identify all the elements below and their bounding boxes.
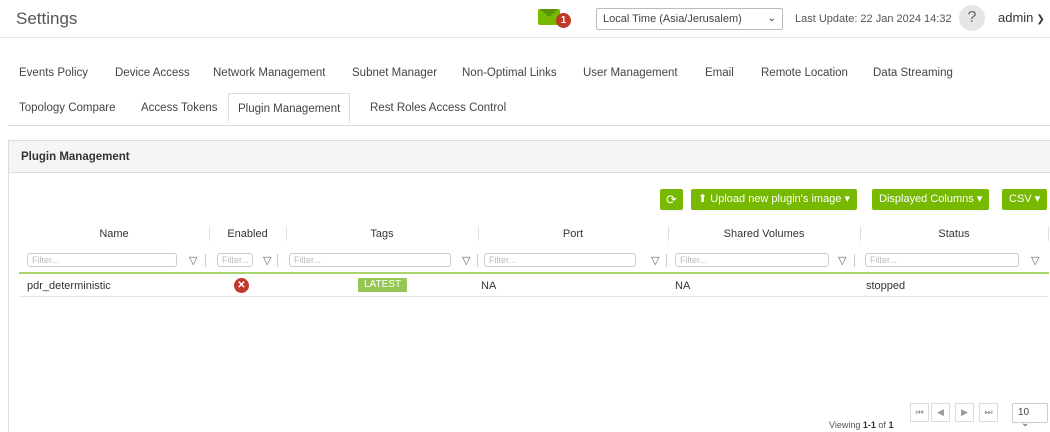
column-separator bbox=[1048, 227, 1049, 241]
caret-down-icon: ▾ bbox=[1034, 193, 1041, 205]
refresh-button[interactable]: ⟳ bbox=[660, 189, 683, 210]
viewing-of: of bbox=[878, 420, 886, 430]
filter-separator bbox=[205, 254, 206, 267]
tab-non-optimal-links[interactable]: Non-Optimal Links bbox=[453, 60, 566, 86]
port-filter-input[interactable]: Filter... bbox=[484, 253, 636, 267]
page-title: Settings bbox=[16, 9, 78, 28]
next-page-button[interactable]: ▶ bbox=[955, 403, 974, 422]
last-page-button[interactable]: ⏭ bbox=[979, 403, 998, 422]
column-enabled[interactable]: Enabled bbox=[209, 228, 286, 240]
prev-page-button[interactable]: ◀ bbox=[931, 403, 950, 422]
filter-separator bbox=[666, 254, 667, 267]
viewing-prefix: Viewing bbox=[829, 420, 861, 430]
refresh-icon: ⟳ bbox=[666, 192, 677, 207]
displayed-columns-button[interactable]: Displayed Columns ▾ bbox=[872, 189, 990, 210]
page-size-value: 10 bbox=[1018, 407, 1030, 418]
tab-events-policy[interactable]: Events Policy bbox=[10, 60, 97, 86]
first-page-button[interactable]: ⏮ bbox=[910, 403, 929, 422]
user-name: admin bbox=[998, 10, 1034, 25]
help-button[interactable]: ? bbox=[959, 5, 985, 31]
notifications-button[interactable]: 1 bbox=[538, 7, 572, 29]
plugin-name: pdr_deterministic bbox=[27, 280, 111, 292]
panel-title: Plugin Management bbox=[21, 151, 130, 163]
tag-badge: LATEST bbox=[358, 278, 408, 292]
column-port[interactable]: Port bbox=[478, 228, 668, 240]
filter-separator bbox=[277, 254, 278, 267]
tab-data-streaming[interactable]: Data Streaming bbox=[864, 60, 962, 86]
tab-divider bbox=[8, 125, 1050, 126]
enabled-filter-input[interactable]: Filter... bbox=[217, 253, 253, 267]
upload-icon: ⬆ bbox=[698, 193, 708, 205]
tab-user-management[interactable]: User Management bbox=[574, 60, 687, 86]
chevron-down-icon: ❯ bbox=[1036, 14, 1045, 25]
tab-subnet-manager[interactable]: Subnet Manager bbox=[343, 60, 446, 86]
viewing-total: 1 bbox=[888, 420, 894, 430]
port-value: NA bbox=[481, 280, 497, 292]
tab-rest-roles-access-control[interactable]: Rest Roles Access Control bbox=[361, 95, 515, 121]
column-tags[interactable]: Tags bbox=[286, 228, 478, 240]
chevron-down-icon: ⌄ bbox=[767, 13, 776, 24]
viewing-range: 1-1 bbox=[862, 420, 876, 430]
header-underline bbox=[19, 272, 1049, 274]
column-status[interactable]: Status bbox=[860, 228, 1048, 240]
filter-icon[interactable]: ▽ bbox=[263, 254, 271, 267]
caret-down-icon: ▾ bbox=[844, 193, 850, 205]
last-update: Last Update: 22 Jan 2024 14:32 bbox=[795, 13, 952, 25]
filter-icon[interactable]: ▽ bbox=[462, 254, 470, 267]
status-filter-input[interactable]: Filter... bbox=[865, 253, 1019, 267]
column-name[interactable]: Name bbox=[19, 228, 209, 240]
top-bar: Settings 1 Local Time (Asia/Jerusalem) ⌄… bbox=[0, 0, 1050, 38]
csv-label: CSV bbox=[1009, 193, 1032, 205]
filter-icon[interactable]: ▽ bbox=[1031, 254, 1039, 267]
shared-volumes-value: NA bbox=[675, 280, 691, 292]
timezone-select[interactable]: Local Time (Asia/Jerusalem) ⌄ bbox=[596, 8, 783, 30]
page-size-select[interactable]: 10 ⌄ bbox=[1012, 403, 1048, 429]
upload-plugin-button[interactable]: ⬆ Upload new plugin's image ▾ bbox=[691, 189, 857, 210]
tab-remote-location[interactable]: Remote Location bbox=[752, 60, 857, 86]
status-value: stopped bbox=[866, 280, 906, 292]
table-row[interactable]: pdr_deterministic ✕ LATEST NA NA stopped bbox=[19, 275, 1049, 297]
tab-device-access[interactable]: Device Access bbox=[106, 60, 199, 86]
user-menu[interactable]: admin ❯ bbox=[998, 10, 1045, 25]
pagination-summary: Viewing 1-1 of 1 bbox=[829, 420, 893, 430]
tab-access-tokens[interactable]: Access Tokens bbox=[132, 95, 227, 121]
name-filter-input[interactable]: Filter... bbox=[27, 253, 177, 267]
plugin-management-panel: Plugin Management ⟳ ⬆ Upload new plugin'… bbox=[8, 140, 1050, 432]
table-header: Name Enabled Tags Port Shared Volumes St… bbox=[19, 225, 1049, 245]
timezone-value: Local Time (Asia/Jerusalem) bbox=[603, 13, 742, 25]
tab-topology-compare[interactable]: Topology Compare bbox=[10, 95, 125, 121]
filter-icon[interactable]: ▽ bbox=[189, 254, 197, 267]
filter-icon[interactable]: ▽ bbox=[838, 254, 846, 267]
upload-label: Upload new plugin's image bbox=[710, 193, 842, 205]
filter-separator bbox=[477, 254, 478, 267]
filter-row: Filter... ▽ Filter... ▽ Filter... ▽ Filt… bbox=[19, 251, 1049, 271]
shared-volumes-filter-input[interactable]: Filter... bbox=[675, 253, 829, 267]
tab-plugin-management[interactable]: Plugin Management bbox=[228, 93, 351, 123]
filter-icon[interactable]: ▽ bbox=[651, 254, 659, 267]
column-shared-volumes[interactable]: Shared Volumes bbox=[668, 228, 860, 240]
filter-separator bbox=[854, 254, 855, 267]
notification-badge: 1 bbox=[556, 13, 571, 28]
question-icon: ? bbox=[967, 9, 977, 26]
disabled-x-icon: ✕ bbox=[234, 278, 249, 293]
displayed-columns-label: Displayed Columns bbox=[879, 193, 974, 205]
csv-button[interactable]: CSV ▾ bbox=[1002, 189, 1048, 210]
tab-email[interactable]: Email bbox=[696, 60, 743, 86]
chevron-down-icon: ⌄ bbox=[1021, 418, 1030, 429]
tags-filter-input[interactable]: Filter... bbox=[289, 253, 451, 267]
tab-network-management[interactable]: Network Management bbox=[204, 60, 335, 86]
caret-down-icon: ▾ bbox=[976, 193, 983, 205]
panel-header: Plugin Management bbox=[9, 141, 1050, 173]
